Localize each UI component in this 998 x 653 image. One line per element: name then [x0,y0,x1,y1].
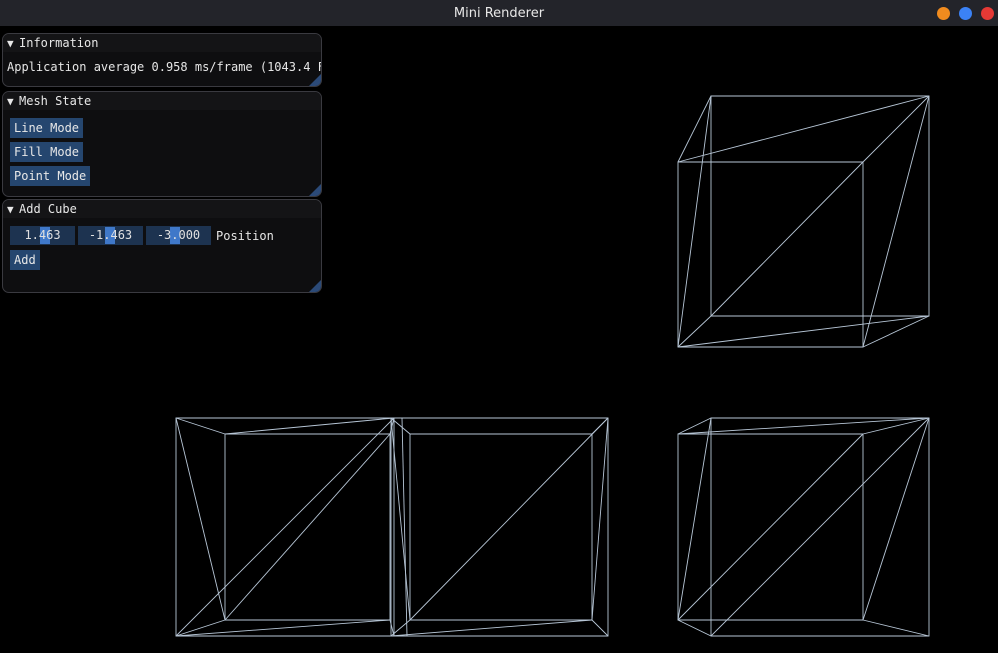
information-panel: ▼ Information Application average 0.958 … [2,33,322,87]
add-cube-title: Add Cube [19,202,77,216]
add-cube-header[interactable]: ▼ Add Cube [3,200,321,218]
add-cube-panel: ▼ Add Cube 1.463 -1.463 -3.000 Position … [2,199,322,293]
line-mode-button[interactable]: Line Mode [10,118,84,138]
frame-time-text: Application average 0.958 ms/frame (1043… [7,60,322,74]
position-x-drag[interactable]: 1.463 [10,226,75,245]
resize-grip-icon[interactable] [309,280,321,292]
title-bar: Mini Renderer [0,0,998,26]
position-z-drag[interactable]: -3.000 [146,226,211,245]
collapse-arrow-icon[interactable]: ▼ [7,203,19,216]
position-y-drag[interactable]: -1.463 [78,226,143,245]
collapse-arrow-icon[interactable]: ▼ [7,95,19,108]
add-button[interactable]: Add [10,250,40,270]
close-button[interactable] [981,7,994,20]
mesh-state-title: Mesh State [19,94,92,108]
wireframe-cube [390,417,609,637]
information-header[interactable]: ▼ Information [3,34,321,52]
collapse-arrow-icon[interactable]: ▼ [7,37,19,50]
point-mode-button[interactable]: Point Mode [10,166,91,186]
window-title: Mini Renderer [453,5,545,21]
minimize-button[interactable] [937,7,950,20]
information-title: Information [19,36,99,50]
fill-mode-button[interactable]: Fill Mode [10,142,84,162]
wireframe-cube [677,417,930,637]
mesh-state-panel: ▼ Mesh State Line Mode Fill Mode Point M… [2,91,322,197]
maximize-button[interactable] [959,7,972,20]
resize-grip-icon[interactable] [309,184,321,196]
mesh-state-header[interactable]: ▼ Mesh State [3,92,321,110]
wireframe-cube [175,417,395,637]
wireframe-cube [677,95,930,348]
position-label: Position [216,228,274,243]
resize-grip-icon[interactable] [309,74,321,86]
